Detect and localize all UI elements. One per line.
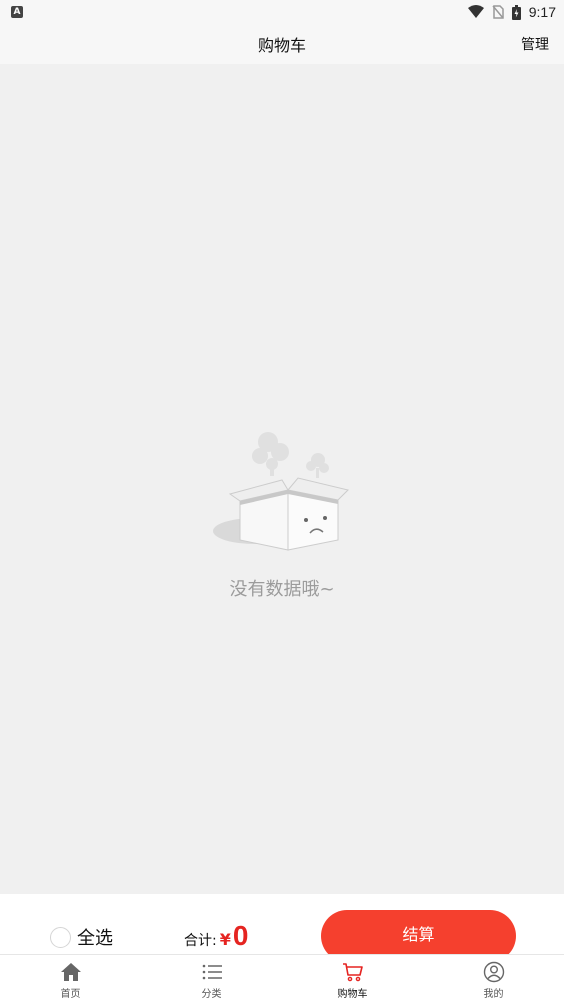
total-price: 合计: ¥ 0 — [184, 920, 248, 952]
total-amount: 0 — [232, 920, 249, 951]
tab-category[interactable]: 分类 — [141, 955, 282, 1002]
tab-label: 我的 — [483, 989, 504, 1000]
tab-label: 分类 — [201, 989, 222, 1000]
battery-icon — [511, 4, 521, 20]
empty-message: 没有数据哦~ — [229, 579, 335, 600]
tab-cart[interactable]: 购物车 — [282, 955, 423, 1002]
cart-icon — [341, 961, 365, 983]
empty-box-icon — [213, 432, 349, 551]
status-bar: A 9:17 — [0, 0, 564, 24]
clock: 9:17 — [528, 4, 556, 20]
select-all-toggle[interactable]: 全选 — [50, 924, 113, 950]
select-all-label: 全选 — [77, 928, 113, 949]
page-header: 购物车 管理 — [0, 24, 564, 64]
bottom-tab-bar: 首页 分类 购物车 我的 — [0, 954, 564, 1002]
select-all-radio[interactable] — [50, 926, 71, 948]
currency-symbol: ¥ — [219, 930, 231, 949]
total-label: 合计: — [184, 933, 217, 949]
tab-label: 购物车 — [337, 989, 368, 1000]
tab-profile[interactable]: 我的 — [423, 955, 564, 1002]
no-sim-icon — [492, 5, 504, 19]
tab-home[interactable]: 首页 — [0, 955, 141, 1002]
user-icon — [482, 961, 506, 983]
app-notification-icon: A — [11, 6, 23, 18]
status-icons: 9:17 — [467, 3, 556, 21]
tab-label: 首页 — [60, 989, 81, 1000]
page-title: 购物车 — [257, 36, 306, 55]
checkout-bar: 全选 合计: ¥ 0 结算 — [0, 894, 564, 962]
manage-button[interactable]: 管理 — [521, 34, 549, 54]
wifi-icon — [467, 5, 484, 18]
list-icon — [200, 961, 224, 983]
home-icon — [59, 961, 83, 983]
